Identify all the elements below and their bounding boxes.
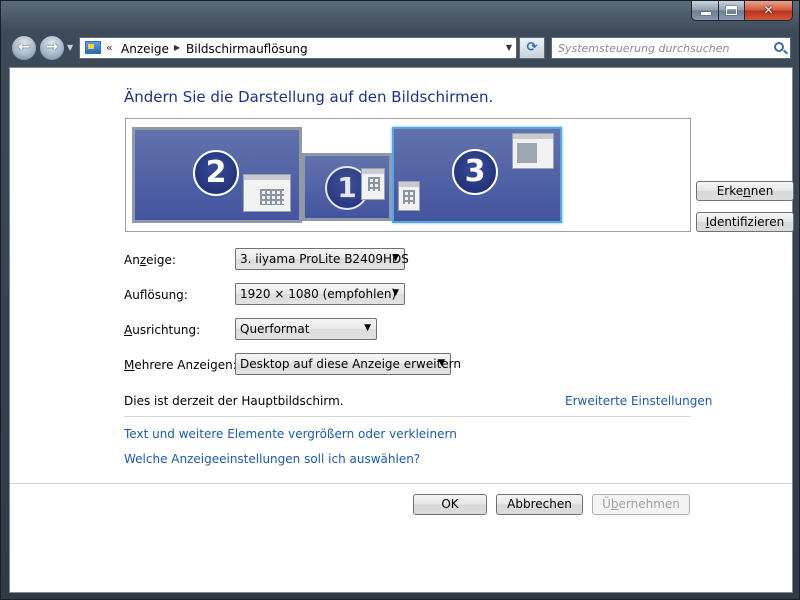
which-settings-help-link[interactable]: Welche Anzeigeeinstellungen soll ich aus… — [124, 452, 420, 466]
monitor-number-badge: 2 — [193, 150, 239, 196]
display-label: Anzeige: — [124, 253, 176, 267]
breadcrumb-separator-icon[interactable]: ▶ — [174, 43, 180, 52]
close-icon: ✕ — [763, 3, 774, 17]
multiple-displays-select[interactable]: Desktop auf diese Anzeige erweitern ▼ — [235, 353, 461, 375]
monitor-3[interactable]: 3 — [392, 127, 562, 223]
window-icon — [398, 181, 420, 211]
primary-display-status: Dies ist derzeit der Hauptbildschirm. — [124, 394, 344, 408]
orientation-select-value: Querformat — [240, 322, 310, 336]
minimize-button[interactable] — [691, 1, 719, 21]
ok-button[interactable]: OK — [413, 494, 487, 515]
content-area: Ändern Sie die Darstellung auf den Bilds… — [9, 67, 794, 593]
window: ✕ ← → ▼ « Anzeige ▶ Bildschirmauflösung … — [0, 0, 800, 600]
back-button[interactable]: ← — [11, 35, 37, 61]
window-icon — [361, 168, 385, 200]
resolution-label: Auflösung: — [124, 288, 188, 302]
monitor-2[interactable]: 2 — [132, 127, 302, 223]
chevron-down-icon: ▼ — [438, 358, 445, 368]
cancel-button[interactable]: Abbrechen — [496, 494, 583, 515]
monitor-1[interactable]: 1 — [302, 153, 392, 221]
divider — [10, 483, 792, 484]
detect-button[interactable]: Erkennen — [696, 181, 794, 201]
chevron-down-icon: ▼ — [392, 288, 399, 298]
text-size-link[interactable]: Text und weitere Elemente vergrößern ode… — [124, 427, 457, 441]
resolution-select-value: 1920 × 1080 (empfohlen) — [240, 287, 397, 301]
close-button[interactable]: ✕ — [745, 1, 793, 21]
minimize-icon — [701, 12, 711, 15]
orientation-select[interactable]: Querformat ▼ — [235, 318, 377, 340]
orientation-label: Ausrichtung: — [124, 323, 201, 337]
divider — [124, 416, 691, 417]
monitor-number-badge: 3 — [452, 149, 498, 195]
search-icon[interactable] — [774, 42, 784, 52]
refresh-button[interactable]: ⟳ — [519, 37, 545, 59]
chevron-down-icon[interactable]: ▼ — [506, 43, 512, 52]
display-select[interactable]: 3. iiyama ProLite B2409HDS ▼ — [235, 248, 409, 270]
window-icon — [243, 174, 291, 212]
forward-button[interactable]: → — [39, 35, 65, 61]
maximize-icon — [726, 6, 737, 15]
resolution-select[interactable]: 1920 × 1080 (empfohlen) ▼ — [235, 283, 405, 305]
breadcrumb-anzeige[interactable]: Anzeige — [121, 42, 169, 56]
arrow-right-icon: → — [46, 39, 58, 55]
chevron-down-icon: ▼ — [364, 323, 371, 333]
page-title: Ändern Sie die Darstellung auf den Bilds… — [124, 88, 494, 106]
apply-button[interactable]: Übernehmen — [592, 494, 690, 515]
arrow-left-icon: ← — [18, 39, 30, 55]
address-bar[interactable]: « Anzeige ▶ Bildschirmauflösung ▼ — [79, 37, 517, 59]
display-select-value: 3. iiyama ProLite B2409HDS — [240, 252, 409, 266]
identify-button[interactable]: Identifizieren — [696, 212, 794, 232]
maximize-button[interactable] — [719, 1, 745, 21]
chevron-double-left-icon[interactable]: « — [106, 41, 113, 54]
breadcrumb-bildschirmaufloesung[interactable]: Bildschirmauflösung — [186, 42, 308, 56]
chevron-down-icon: ▼ — [392, 253, 399, 263]
monitor-arrangement: 2 1 3 Erkennen Identifizieren — [125, 118, 794, 232]
control-panel-icon — [85, 41, 101, 54]
multiple-displays-label: Mehrere Anzeigen: — [124, 358, 237, 372]
search-placeholder: Systemsteuerung durchsuchen — [558, 42, 730, 55]
search-input[interactable]: Systemsteuerung durchsuchen — [551, 37, 791, 59]
window-icon — [512, 133, 554, 169]
refresh-icon: ⟳ — [526, 40, 538, 55]
advanced-settings-link[interactable]: Erweiterte Einstellungen — [565, 394, 712, 408]
recent-pages-dropdown-icon[interactable]: ▼ — [67, 43, 73, 52]
multiple-displays-select-value: Desktop auf diese Anzeige erweitern — [240, 357, 461, 371]
